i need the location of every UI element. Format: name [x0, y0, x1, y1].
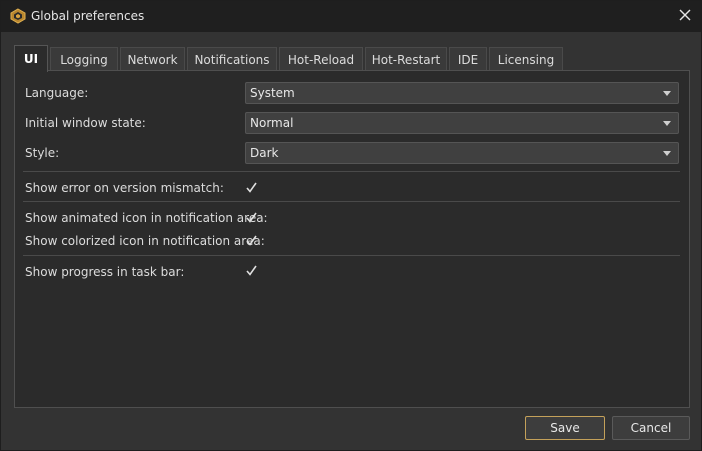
- app-logo-icon: [10, 8, 26, 24]
- version-mismatch-checkbox[interactable]: [245, 181, 258, 194]
- taskbar-progress-label: Show progress in task bar:: [25, 265, 185, 279]
- tab-notifications[interactable]: Notifications: [187, 47, 277, 71]
- animated-icon-checkbox[interactable]: [245, 211, 258, 224]
- animated-icon-label: Show animated icon in notification area:: [25, 211, 268, 225]
- tab-ide[interactable]: IDE: [449, 47, 487, 71]
- style-label: Style:: [25, 146, 60, 160]
- language-label: Language:: [25, 86, 89, 100]
- style-value: Dark: [250, 146, 279, 160]
- style-dropdown[interactable]: Dark: [245, 142, 679, 164]
- cancel-button[interactable]: Cancel: [612, 416, 690, 440]
- taskbar-progress-checkbox[interactable]: [245, 264, 258, 277]
- window-state-label: Initial window state:: [25, 116, 146, 130]
- ui-settings-panel: Language: System Initial window state: N…: [14, 70, 690, 408]
- checkmark-icon: [246, 265, 257, 276]
- tab-ui[interactable]: UI: [14, 45, 48, 72]
- close-icon: [679, 9, 691, 24]
- checkmark-icon: [246, 182, 257, 193]
- chevron-down-icon: [663, 151, 671, 156]
- checkmark-icon: [246, 235, 257, 246]
- title-bar: Global preferences: [1, 1, 701, 32]
- tab-hot-restart[interactable]: Hot-Restart: [365, 47, 447, 71]
- checkmark-icon: [246, 212, 257, 223]
- window-state-value: Normal: [250, 116, 294, 130]
- version-mismatch-label: Show error on version mismatch:: [25, 181, 224, 195]
- chevron-down-icon: [663, 91, 671, 96]
- tab-network[interactable]: Network: [120, 47, 185, 71]
- preferences-window: Global preferences UI Logging Network No…: [0, 0, 702, 451]
- divider: [23, 201, 680, 202]
- window-title: Global preferences: [31, 9, 145, 23]
- colorized-icon-label: Show colorized icon in notification area…: [25, 234, 265, 248]
- colorized-icon-checkbox[interactable]: [245, 234, 258, 247]
- tab-logging[interactable]: Logging: [50, 47, 118, 71]
- language-dropdown[interactable]: System: [245, 82, 679, 104]
- tab-hot-reload[interactable]: Hot-Reload: [279, 47, 363, 71]
- divider: [23, 255, 680, 256]
- divider: [23, 171, 680, 172]
- save-button[interactable]: Save: [525, 416, 605, 440]
- language-value: System: [250, 86, 295, 100]
- tab-licensing[interactable]: Licensing: [489, 47, 563, 71]
- window-state-dropdown[interactable]: Normal: [245, 112, 679, 134]
- close-button[interactable]: [673, 5, 697, 27]
- chevron-down-icon: [663, 121, 671, 126]
